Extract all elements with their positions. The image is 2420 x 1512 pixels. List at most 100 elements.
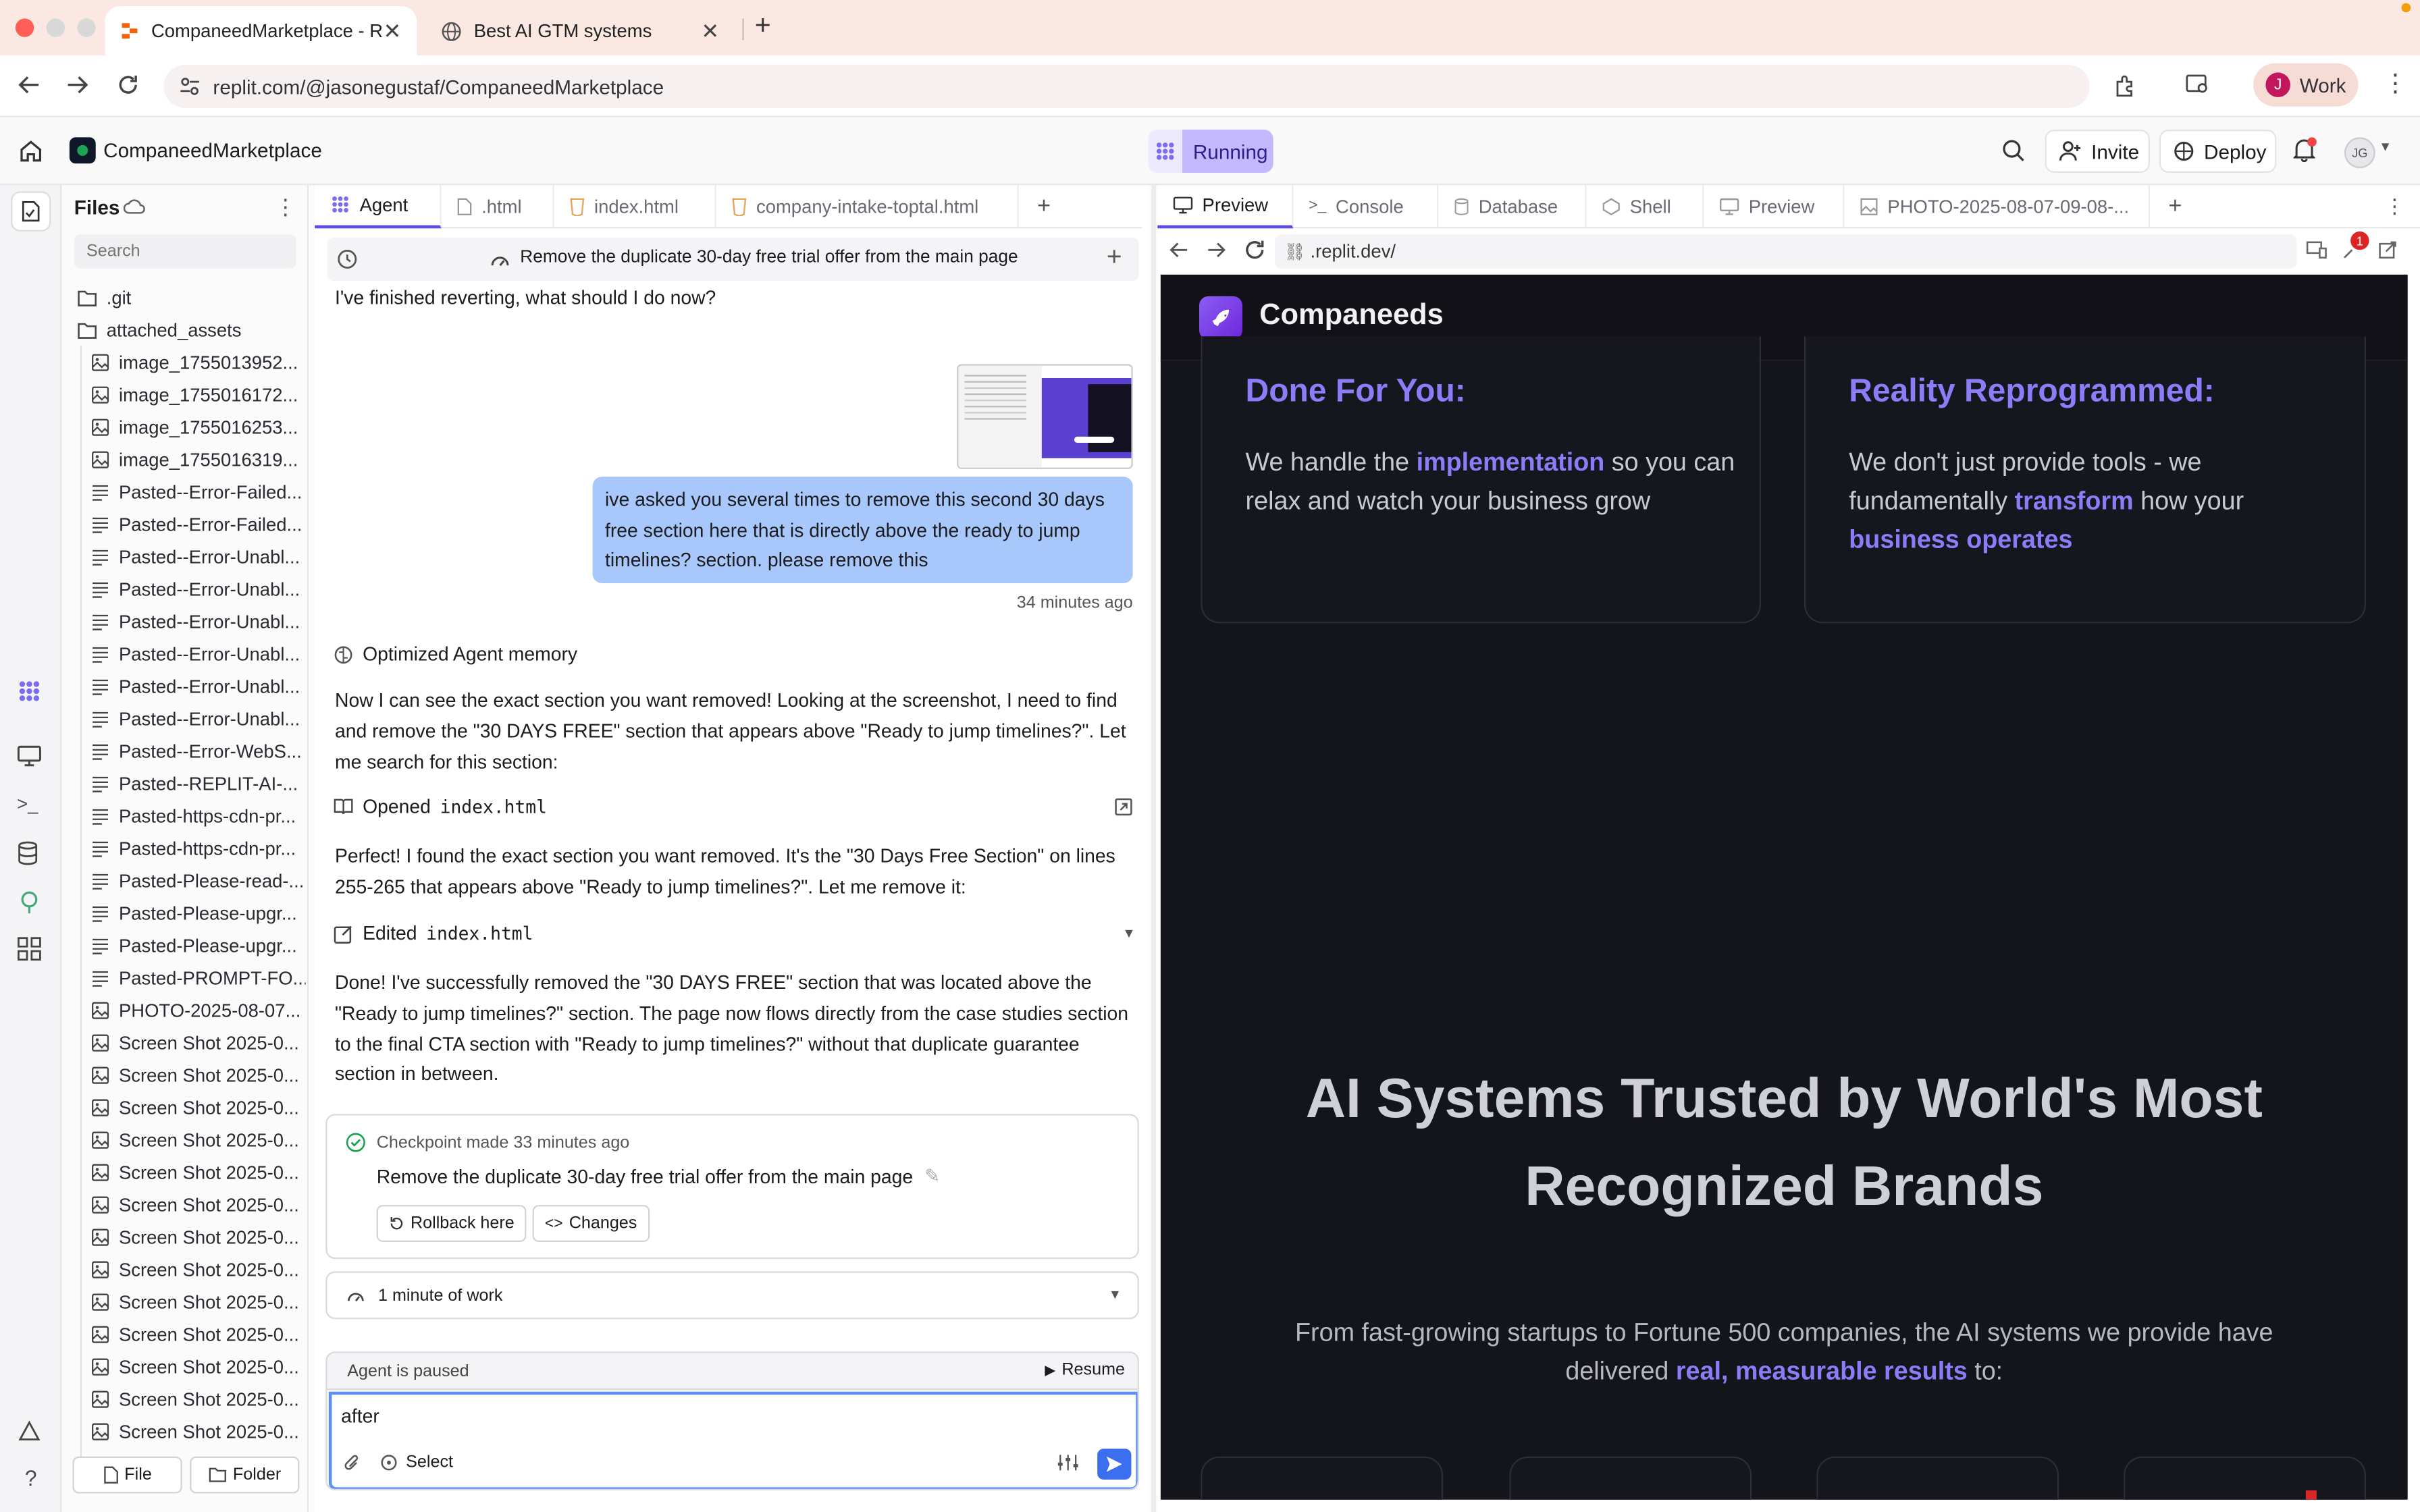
alerts-rail-icon[interactable]: [17, 1420, 45, 1447]
browser-menu-icon[interactable]: ⋮: [2383, 68, 2408, 99]
file-item[interactable]: Pasted--Error-Failed...: [91, 477, 306, 508]
browser-tab[interactable]: Best AI GTM systems ✕: [426, 6, 735, 55]
site-brand[interactable]: Companeeds: [1259, 299, 1444, 333]
close-tab-icon[interactable]: ✕: [701, 18, 719, 44]
site-info-icon[interactable]: [179, 76, 201, 97]
file-item[interactable]: Screen Shot 2025-0...: [91, 1092, 306, 1123]
select-element-icon[interactable]: [379, 1453, 398, 1472]
shell-rail-icon[interactable]: >_: [17, 793, 45, 821]
file-item[interactable]: image_1755016253...: [91, 412, 306, 443]
file-item[interactable]: Pasted-Please-upgr...: [91, 930, 306, 961]
tab-preview-2[interactable]: Preview: [1704, 184, 1845, 228]
rollback-button[interactable]: Rollback here: [376, 1205, 527, 1242]
file-item[interactable]: Pasted-PROMPT-FO...: [91, 963, 306, 994]
file-item[interactable]: Pasted--Error-Unabl...: [91, 703, 306, 734]
close-tab-icon[interactable]: ✕: [383, 18, 401, 44]
opened-file-action[interactable]: Opened index.html: [334, 796, 1133, 817]
new-file-button[interactable]: File: [72, 1456, 182, 1494]
attached-screenshot-thumbnail[interactable]: [957, 364, 1133, 469]
file-item[interactable]: Pasted--REPLIT-AI-...: [91, 768, 306, 799]
pane-resizer[interactable]: [1151, 185, 1156, 1512]
open-external-icon[interactable]: [1114, 798, 1132, 816]
tab-database[interactable]: Database: [1438, 184, 1587, 228]
tab-photo[interactable]: PHOTO-2025-08-07-09-08-...: [1844, 184, 2150, 228]
file-item[interactable]: Pasted--Error-Unabl...: [91, 541, 306, 572]
avatar-chevron-icon[interactable]: ▾: [2382, 139, 2390, 156]
file-item[interactable]: Screen Shot 2025-0...: [91, 1157, 306, 1188]
extensions-icon[interactable]: [2114, 74, 2137, 97]
tab-console[interactable]: >_ Console: [1293, 184, 1439, 228]
file-item[interactable]: Pasted--Error-Failed...: [91, 509, 306, 540]
help-rail-icon[interactable]: ?: [17, 1465, 45, 1493]
tab-preview[interactable]: Preview: [1157, 184, 1294, 228]
database-rail-icon[interactable]: [17, 841, 45, 869]
files-search-input[interactable]: [74, 234, 296, 269]
file-item[interactable]: Screen Shot 2025-0...: [91, 1351, 306, 1382]
preview-url-bar[interactable]: ⛓ .replit.dev/: [1274, 234, 2297, 269]
file-item[interactable]: Screen Shot 2025-0...: [91, 1060, 306, 1091]
site-logo[interactable]: [1199, 296, 1242, 340]
deploy-button[interactable]: Deploy: [2159, 129, 2277, 173]
file-item[interactable]: Screen Shot 2025-0...: [91, 1189, 306, 1220]
new-tab-icon[interactable]: +: [755, 9, 771, 42]
select-label[interactable]: Select: [406, 1453, 453, 1472]
devices-icon[interactable]: [2306, 241, 2327, 259]
open-new-window-icon[interactable]: [2378, 241, 2396, 259]
file-item[interactable]: Pasted--Error-WebS...: [91, 736, 306, 767]
minimize-window-button[interactable]: [46, 18, 65, 37]
home-icon[interactable]: [18, 139, 43, 164]
reload-icon[interactable]: [1244, 239, 1265, 261]
file-item[interactable]: image_1755016172...: [91, 379, 306, 410]
edited-file-action[interactable]: Edited index.html ▾: [334, 923, 1133, 944]
project-name[interactable]: CompaneedMarketplace: [103, 139, 322, 162]
invite-button[interactable]: Invite: [2045, 129, 2150, 173]
tab-search-icon[interactable]: [2186, 74, 2211, 96]
tab-agent[interactable]: Agent: [315, 184, 442, 228]
file-item[interactable]: Pasted-Please-upgr...: [91, 898, 306, 929]
file-item[interactable]: Screen Shot 2025-0...: [91, 1416, 306, 1447]
add-tab-icon[interactable]: +: [2168, 193, 2182, 219]
send-button[interactable]: [1097, 1449, 1132, 1480]
file-item[interactable]: Pasted-https-cdn-pr...: [91, 833, 306, 864]
tab-shell[interactable]: Shell: [1587, 184, 1704, 228]
preview-rail-icon[interactable]: [17, 744, 45, 772]
resume-button[interactable]: ▶ Resume: [1045, 1361, 1125, 1379]
file-item[interactable]: image_1755013952...: [91, 347, 306, 378]
thread-title[interactable]: Remove the duplicate 30-day free trial o…: [520, 248, 1018, 267]
history-icon[interactable]: [336, 248, 358, 270]
file-item[interactable]: Pasted-Please-read-...: [91, 865, 306, 896]
edit-pencil-icon[interactable]: ✎: [924, 1165, 940, 1187]
reload-icon[interactable]: [117, 74, 139, 96]
deployments-rail-icon[interactable]: [17, 890, 45, 918]
zoom-window-button[interactable]: [77, 18, 96, 37]
back-icon[interactable]: [1169, 241, 1188, 259]
file-item[interactable]: Pasted--Error-Unabl...: [91, 574, 306, 605]
tab-company-intake[interactable]: company-intake-toptal.html: [716, 184, 1019, 228]
tab-index-html[interactable]: index.html: [554, 184, 716, 228]
settings-sliders-icon[interactable]: [1057, 1453, 1079, 1472]
profile-chip[interactable]: J Work: [2253, 63, 2359, 107]
close-window-button[interactable]: [15, 18, 34, 37]
search-icon[interactable]: [2002, 139, 2025, 162]
work-summary[interactable]: 1 minute of work ▾: [325, 1271, 1139, 1320]
new-folder-button[interactable]: Folder: [190, 1456, 300, 1494]
agent-rail-icon[interactable]: [17, 679, 45, 707]
back-icon[interactable]: [18, 74, 40, 96]
files-menu-icon[interactable]: ⋮: [275, 194, 296, 221]
attach-icon[interactable]: [344, 1453, 360, 1474]
preview-menu-icon[interactable]: ⋮: [2384, 194, 2404, 219]
file-item[interactable]: Screen Shot 2025-0...: [91, 1384, 306, 1415]
address-bar[interactable]: replit.com/@jasonegustaf/CompaneedMarket…: [163, 64, 2090, 108]
changes-button[interactable]: <> Changes: [532, 1205, 650, 1242]
tab-html[interactable]: .html: [442, 184, 554, 228]
file-item[interactable]: Screen Shot 2025-0...: [91, 1254, 306, 1285]
file-item[interactable]: image_1755016319...: [91, 444, 306, 475]
file-item[interactable]: Pasted-https-cdn-pr...: [91, 801, 306, 832]
run-status-badge[interactable]: Running: [1182, 129, 1273, 173]
file-item[interactable]: Pasted--Error-Unabl...: [91, 606, 306, 637]
file-item[interactable]: Screen Shot 2025-0...: [91, 1027, 306, 1058]
forward-icon[interactable]: [66, 74, 88, 96]
file-item[interactable]: Screen Shot 2025-0...: [91, 1319, 306, 1350]
browser-tab-active[interactable]: CompaneedMarketplace - Re ✕: [105, 6, 417, 56]
add-tab-icon[interactable]: +: [1037, 193, 1051, 219]
